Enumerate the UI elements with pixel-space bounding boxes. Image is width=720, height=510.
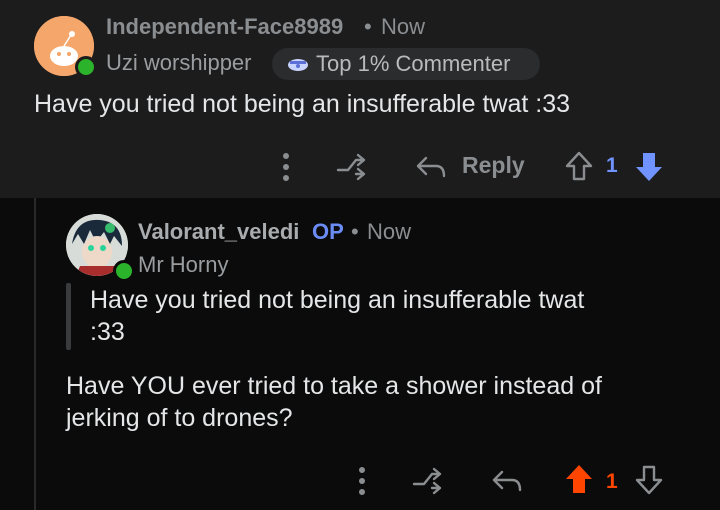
comment-body-line2: jerking of to drones? xyxy=(66,404,293,432)
comment-author[interactable]: Valorant_veledi xyxy=(138,219,299,245)
downvote-icon[interactable] xyxy=(634,464,664,496)
reply-arrow-icon[interactable] xyxy=(490,466,524,496)
meta-separator: • xyxy=(351,219,359,244)
thread-line[interactable] xyxy=(34,198,36,510)
vote-count: 1 xyxy=(606,154,618,177)
user-avatar[interactable] xyxy=(34,16,97,78)
upvote-icon[interactable] xyxy=(564,150,594,182)
share-icon[interactable] xyxy=(410,466,444,496)
online-status-icon xyxy=(113,260,135,282)
comment-body: Have you tried not being an insufferable… xyxy=(34,90,570,118)
quote-bar xyxy=(66,283,71,350)
downvote-icon[interactable] xyxy=(633,150,665,184)
comment-time: Now xyxy=(367,219,412,244)
more-dots-icon[interactable] xyxy=(354,464,370,498)
quoted-text-line1: Have you tried not being an insufferable… xyxy=(90,286,585,314)
comment-author[interactable]: Independent-Face8989 xyxy=(106,14,343,40)
share-icon[interactable] xyxy=(334,152,368,182)
top-commenter-badge[interactable]: Top 1% Commenter xyxy=(272,48,540,80)
reply-arrow-icon[interactable] xyxy=(414,152,448,182)
badge-label: Top 1% Commenter xyxy=(316,51,511,76)
reply-button[interactable]: Reply xyxy=(462,152,525,179)
comment-body-line1: Have YOU ever tried to take a shower ins… xyxy=(66,372,602,400)
badge-icon xyxy=(288,59,308,71)
more-dots-icon[interactable] xyxy=(278,150,294,184)
quoted-text-line2: :33 xyxy=(90,318,125,346)
vote-count: 1 xyxy=(606,470,618,493)
parent-comment: Independent-Face8989 • Now Uzi worshippe… xyxy=(0,0,720,198)
online-status-icon xyxy=(75,56,97,78)
op-tag: OP xyxy=(312,219,344,244)
meta-separator: • xyxy=(364,14,372,39)
upvote-icon[interactable] xyxy=(563,462,595,496)
user-flair: Mr Horny xyxy=(138,252,229,277)
user-flair: Uzi worshipper xyxy=(106,50,252,75)
comment-time: Now xyxy=(381,14,426,39)
